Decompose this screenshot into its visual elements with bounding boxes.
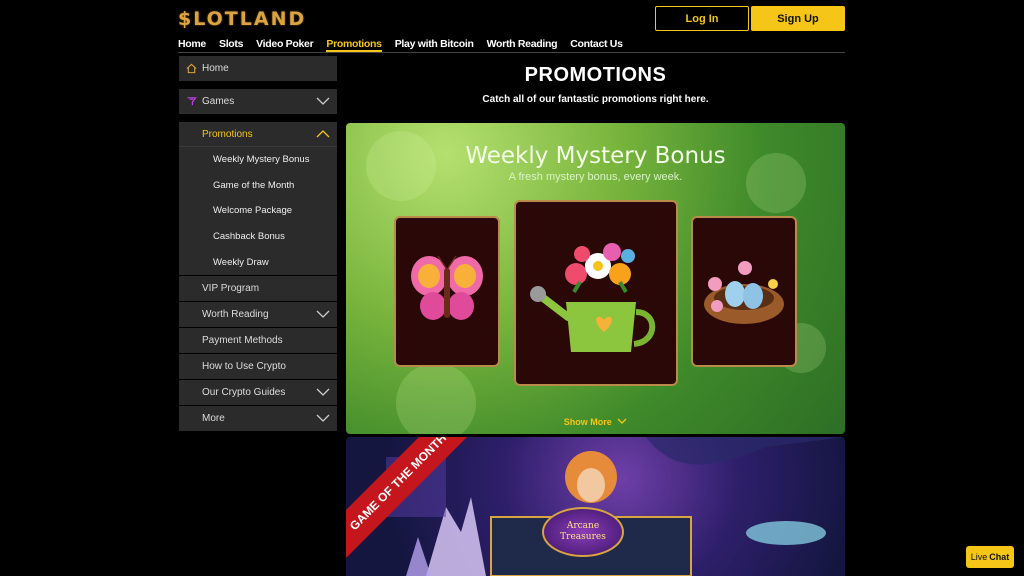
nav-contact-us[interactable]: Contact Us xyxy=(570,38,623,52)
sidebar-item-payment-methods[interactable]: Payment Methods xyxy=(179,327,337,353)
sidebar-subitem-cashback-bonus[interactable]: Cashback Bonus xyxy=(179,224,337,250)
site-header: $LOTLAND Log In Sign Up Home Slots Video… xyxy=(0,0,1024,56)
banner-subtitle: A fresh mystery bonus, every week. xyxy=(508,171,683,183)
sidebar-item-promotions[interactable]: Promotions xyxy=(179,122,337,147)
mystery-card-watering-can xyxy=(514,200,678,386)
chevron-down-icon[interactable] xyxy=(316,96,330,106)
chevron-down-icon[interactable] xyxy=(316,309,330,319)
live-chat-label-bold: Chat xyxy=(989,552,1010,562)
chevron-down-icon[interactable] xyxy=(316,387,330,397)
watering-can-icon xyxy=(530,243,656,352)
signup-button[interactable]: Sign Up xyxy=(751,6,845,31)
butterfly-icon xyxy=(411,255,483,320)
banner-title: Weekly Mystery Bonus xyxy=(465,143,726,169)
page-title: PROMOTIONS xyxy=(524,64,667,86)
sidebar-item-worth-reading[interactable]: Worth Reading xyxy=(179,301,337,327)
sidebar-item-label: More xyxy=(202,412,225,424)
sidebar-subitem-game-of-the-month[interactable]: Game of the Month xyxy=(179,173,337,199)
mystery-card-butterfly xyxy=(394,216,500,367)
top-navigation: Home Slots Video Poker Promotions Play w… xyxy=(178,38,845,53)
nav-video-poker[interactable]: Video Poker xyxy=(256,38,314,52)
page-subtitle: Catch all of our fantastic promotions ri… xyxy=(482,94,709,105)
show-more-label: Show More xyxy=(563,417,612,427)
game-of-the-month-banner[interactable]: GAME OF THE MONTH Arcane Treasures xyxy=(346,437,845,576)
games-icon xyxy=(187,97,197,106)
sidebar-subitem-weekly-draw[interactable]: Weekly Draw xyxy=(179,249,337,275)
sidebar-item-label: Worth Reading xyxy=(202,308,269,320)
mystery-card-nest xyxy=(691,216,797,367)
sidebar-item-how-to-use-crypto[interactable]: How to Use Crypto xyxy=(179,353,337,379)
site-logo[interactable]: $LOTLAND xyxy=(178,8,306,30)
sidebar-item-more[interactable]: More xyxy=(179,405,337,431)
login-button[interactable]: Log In xyxy=(655,6,749,31)
sidebar-item-games[interactable]: Games xyxy=(179,89,337,114)
nav-play-with-bitcoin[interactable]: Play with Bitcoin xyxy=(395,38,474,52)
bird-nest-icon xyxy=(704,261,784,324)
sidebar-item-label: VIP Program xyxy=(202,282,260,294)
show-more-link[interactable]: Show More xyxy=(346,417,845,427)
sidebar-item-label: Payment Methods xyxy=(202,334,283,346)
chevron-down-icon[interactable] xyxy=(316,413,330,423)
chevron-down-icon xyxy=(617,418,627,424)
sidebar-subitem-welcome-package[interactable]: Welcome Package xyxy=(179,198,337,224)
live-chat-label: Live xyxy=(970,552,988,562)
nav-worth-reading[interactable]: Worth Reading xyxy=(487,38,558,52)
sidebar-item-label: Games xyxy=(202,96,235,107)
sidebar-item-home[interactable]: Home xyxy=(179,56,337,81)
sidebar-item-vip-program[interactable]: VIP Program xyxy=(179,275,337,301)
sidebar-item-label: Promotions xyxy=(202,128,253,140)
weekly-mystery-bonus-banner[interactable]: Weekly Mystery Bonus A fresh mystery bon… xyxy=(346,123,845,434)
sidebar-item-label: How to Use Crypto xyxy=(202,360,286,372)
nav-home[interactable]: Home xyxy=(178,38,206,52)
home-icon xyxy=(186,63,197,74)
live-chat-button[interactable]: Live Chat xyxy=(966,546,1014,568)
nav-slots[interactable]: Slots xyxy=(219,38,243,52)
chevron-up-icon[interactable] xyxy=(316,129,330,139)
sidebar-group-promotions: Promotions Weekly Mystery Bonus Game of … xyxy=(179,122,337,275)
sidebar-subitem-weekly-mystery-bonus[interactable]: Weekly Mystery Bonus xyxy=(179,147,337,173)
nav-promotions[interactable]: Promotions xyxy=(326,38,382,52)
sidebar-item-label: Home xyxy=(202,63,229,74)
sidebar-list: VIP Program Worth Reading Payment Method… xyxy=(179,275,337,431)
arcane-treasures-logo: Arcane Treasures xyxy=(542,507,624,557)
sidebar: Home Games Promotions Weekly Mystery Bon… xyxy=(179,56,337,432)
sidebar-item-label: Our Crypto Guides xyxy=(202,386,286,398)
sidebar-item-our-crypto-guides[interactable]: Our Crypto Guides xyxy=(179,379,337,405)
